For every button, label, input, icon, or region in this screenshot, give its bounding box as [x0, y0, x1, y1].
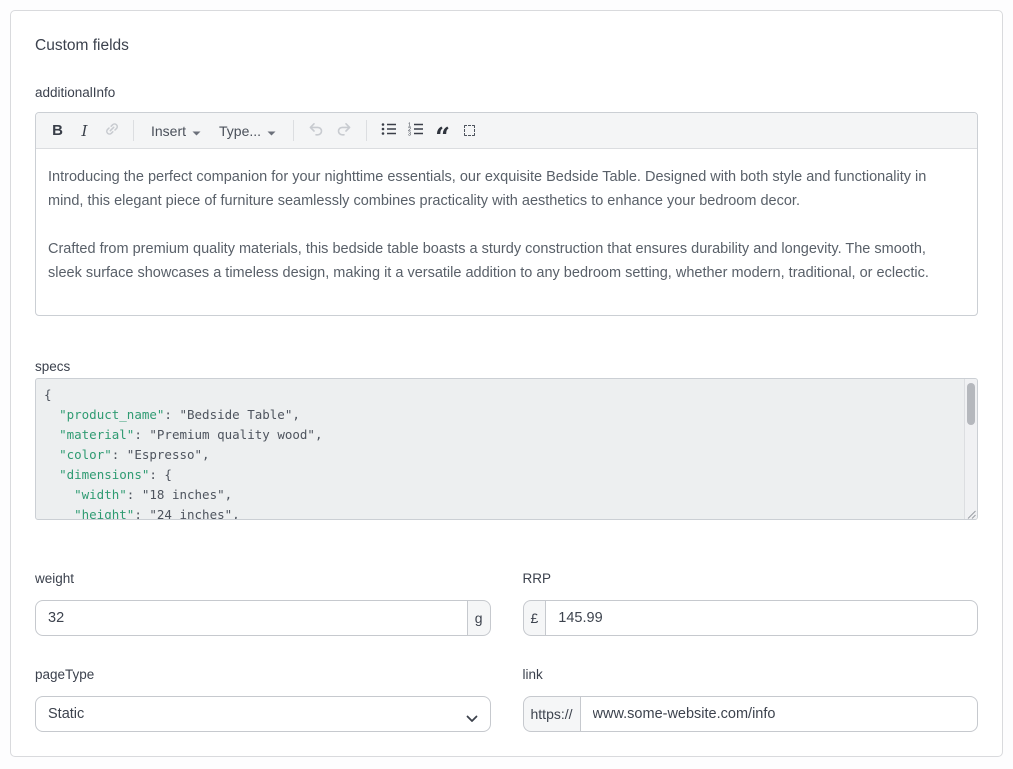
weight-label: weight [35, 570, 491, 588]
undo-button[interactable] [302, 117, 330, 145]
currency-addon: £ [523, 600, 546, 636]
link-field: link https:// [523, 666, 979, 732]
chevron-down-icon [192, 123, 201, 139]
weight-unit-addon: g [468, 600, 491, 636]
panel-title: Custom fields [35, 35, 978, 57]
type-dropdown-label: Type... [219, 123, 261, 139]
insert-dropdown-label: Insert [151, 123, 186, 139]
chevron-down-icon [267, 123, 276, 139]
page-type-select[interactable]: Static [35, 696, 491, 732]
additional-info-label: additionalInfo [35, 84, 978, 102]
undo-icon [306, 119, 326, 142]
code-line: "product_name": "Bedside Table", [44, 405, 957, 425]
code-line: { [44, 385, 957, 405]
editor-content[interactable]: Introducing the perfect companion for yo… [36, 149, 977, 316]
ordered-list-button[interactable]: 1 2 3 [402, 117, 429, 145]
code-line: "dimensions": { [44, 465, 957, 485]
rte-toolbar: B I Insert Type... [36, 113, 977, 149]
toolbar-divider [366, 120, 367, 141]
blockquote-icon: “ [435, 119, 450, 143]
svg-text:3: 3 [408, 132, 411, 138]
code-line: "height": "24 inches", [44, 505, 957, 520]
toolbar-divider [133, 120, 134, 141]
blockquote-button[interactable]: “ [429, 117, 456, 145]
type-dropdown[interactable]: Type... [210, 117, 285, 145]
specs-code: { "product_name": "Bedside Table", "mate… [44, 385, 957, 520]
resize-handle-icon[interactable] [965, 507, 977, 519]
code-line: "material": "Premium quality wood", [44, 425, 957, 445]
scrollbar-thumb[interactable] [967, 383, 975, 425]
paragraph: Introducing the perfect companion for yo… [48, 165, 961, 213]
link-icon [103, 120, 121, 141]
dashed-box-icon [464, 125, 475, 136]
code-line: "color": "Espresso", [44, 445, 957, 465]
italic-button[interactable]: I [71, 117, 98, 145]
rrp-label: RRP [523, 570, 979, 588]
page-type-field: pageType Static [35, 666, 491, 732]
weight-input[interactable] [35, 600, 468, 636]
link-button[interactable] [98, 117, 125, 145]
insert-dropdown[interactable]: Insert [142, 117, 210, 145]
link-label: link [523, 666, 979, 684]
bullet-list-button[interactable] [375, 117, 402, 145]
protocol-addon: https:// [523, 696, 580, 732]
redo-button[interactable] [330, 117, 358, 145]
code-block-button[interactable] [456, 117, 483, 145]
ordered-list-icon: 1 2 3 [407, 120, 425, 141]
rich-text-editor: B I Insert Type... [35, 112, 978, 316]
bullet-list-icon [380, 120, 398, 141]
specs-code-editor[interactable]: { "product_name": "Bedside Table", "mate… [35, 378, 978, 520]
paragraph: Crafted from premium quality materials, … [48, 237, 961, 285]
bold-button[interactable]: B [44, 117, 71, 145]
link-input[interactable] [580, 696, 978, 732]
rrp-input[interactable] [545, 600, 978, 636]
code-line: "width": "18 inches", [44, 485, 957, 505]
custom-fields-panel: Custom fields additionalInfo B I Insert [10, 10, 1003, 757]
specs-label: specs [35, 358, 978, 376]
page-type-label: pageType [35, 666, 491, 684]
weight-field: weight g [35, 570, 491, 636]
scrollbar-track[interactable] [964, 379, 977, 519]
redo-icon [334, 119, 354, 142]
toolbar-divider [293, 120, 294, 141]
rrp-field: RRP £ [523, 570, 979, 636]
